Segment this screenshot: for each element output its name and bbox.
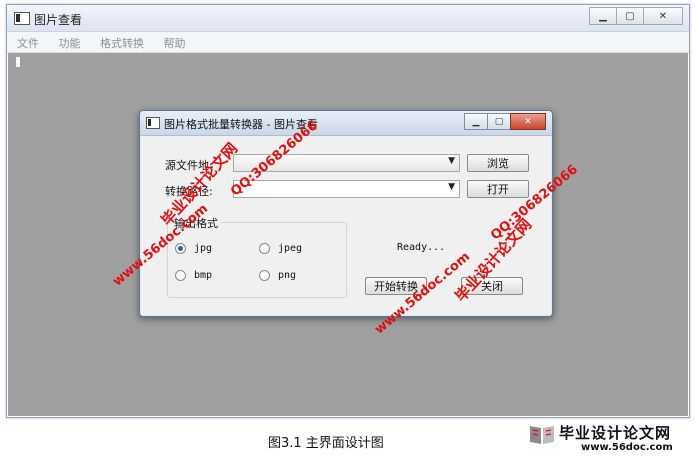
browse-button[interactable]: 浏览	[467, 154, 529, 172]
radio-unselected-icon	[259, 270, 270, 281]
radio-jpg[interactable]: jpg	[175, 243, 212, 254]
menu-bar: 文件 功能 格式转换 帮助	[7, 32, 689, 53]
close-icon: ✕	[658, 10, 668, 22]
status-text: Ready...	[397, 242, 446, 253]
close-icon: ✕	[524, 116, 532, 127]
dialog-close-button[interactable]: ✕	[510, 113, 546, 130]
source-combo[interactable]: ▼	[233, 154, 460, 172]
radio-bmp-label: bmp	[194, 270, 213, 281]
dialog-title: 图片格式批量转换器 - 图片查看	[164, 118, 318, 131]
converter-dialog: 图片格式批量转换器 - 图片查看 ▁ ▢ ✕ 源文件地: ▼ 浏览 转换路径: …	[139, 110, 553, 317]
source-label: 源文件地:	[165, 159, 213, 172]
text-caret	[16, 57, 20, 67]
output-format-group	[167, 222, 347, 298]
dialog-body: 源文件地: ▼ 浏览 转换路径: ▼ 打开 输出格式 jpg jpeg bmp …	[141, 136, 551, 315]
radio-selected-icon	[175, 243, 186, 254]
start-convert-button[interactable]: 开始转换	[365, 277, 427, 295]
maximize-icon: ▢	[625, 10, 635, 22]
maximize-button[interactable]: ▢	[616, 7, 644, 25]
book-icon	[530, 426, 554, 444]
minimize-icon: ▁	[599, 10, 607, 22]
radio-jpeg-label: jpeg	[278, 243, 303, 254]
open-button[interactable]: 打开	[467, 180, 529, 198]
radio-unselected-icon	[259, 243, 270, 254]
app-icon	[14, 12, 30, 25]
radio-png-label: png	[278, 270, 297, 281]
dialog-controls: ▁ ▢ ✕	[464, 113, 546, 130]
figure-caption: 图3.1 主界面设计图	[268, 436, 384, 451]
menu-function[interactable]: 功能	[53, 32, 87, 54]
radio-png[interactable]: png	[259, 270, 296, 281]
menu-help[interactable]: 帮助	[158, 32, 192, 54]
dialog-app-icon	[146, 117, 160, 129]
brand-logo: 毕业设计论文网 www.56doc.com	[529, 420, 689, 454]
output-format-title: 输出格式	[171, 215, 221, 231]
main-window-title: 图片查看	[34, 13, 83, 27]
chevron-down-icon: ▼	[448, 182, 455, 192]
close-button[interactable]: ✕	[643, 7, 683, 25]
close-dialog-button[interactable]: 关闭	[461, 277, 523, 295]
menu-file[interactable]: 文件	[11, 32, 45, 54]
dialog-title-bar[interactable]: 图片格式批量转换器 - 图片查看 ▁ ▢ ✕	[140, 111, 552, 136]
maximize-icon: ▢	[494, 116, 504, 127]
dialog-maximize-button[interactable]: ▢	[487, 113, 511, 130]
brand-site: www.56doc.com	[581, 442, 673, 453]
radio-unselected-icon	[175, 270, 186, 281]
chevron-down-icon: ▼	[448, 156, 455, 166]
target-label: 转换路径:	[165, 185, 213, 198]
radio-jpg-label: jpg	[194, 243, 213, 254]
dialog-minimize-button[interactable]: ▁	[464, 113, 488, 130]
main-title-bar[interactable]: 图片查看 ▁ ▢ ✕	[7, 5, 689, 32]
radio-bmp[interactable]: bmp	[175, 270, 212, 281]
menu-format-convert[interactable]: 格式转换	[94, 32, 150, 54]
radio-jpeg[interactable]: jpeg	[259, 243, 302, 254]
minimize-icon: ▁	[472, 116, 480, 127]
target-combo[interactable]: ▼	[233, 180, 460, 198]
minimize-button[interactable]: ▁	[589, 7, 617, 25]
main-window-controls: ▁ ▢ ✕	[589, 7, 683, 25]
brand-name: 毕业设计论文网	[559, 424, 672, 442]
